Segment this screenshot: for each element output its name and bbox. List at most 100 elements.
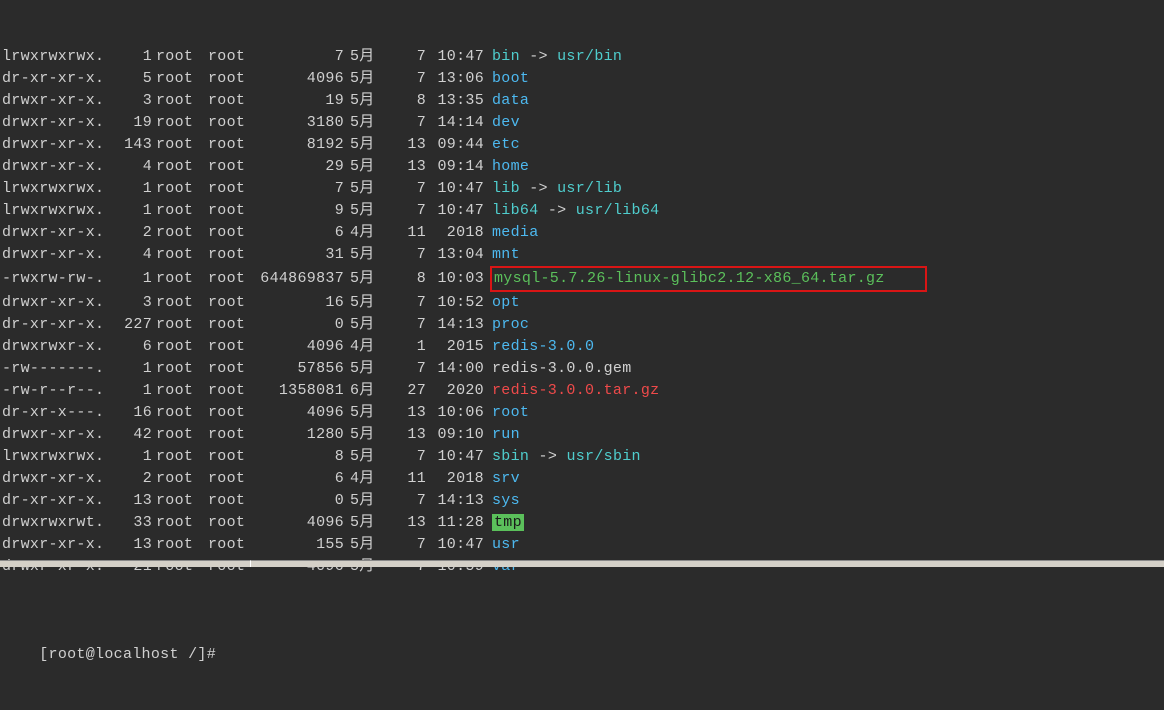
size: 4096 xyxy=(248,512,344,534)
day: 1 xyxy=(390,336,426,358)
prompt-open-bracket: [ xyxy=(39,646,48,663)
group: root xyxy=(204,446,248,468)
prompt-cwd: / xyxy=(188,646,197,663)
listing-row: drwxr-xr-x.2rootroot64月112018media xyxy=(0,222,1164,244)
owner: root xyxy=(152,314,204,336)
links: 143 xyxy=(108,134,152,156)
perms: drwxr-xr-x. xyxy=(2,424,108,446)
time: 10:47 xyxy=(426,200,484,222)
perms: drwxrwxr-x. xyxy=(2,336,108,358)
dir-name: media xyxy=(492,224,539,241)
size: 4096 xyxy=(248,68,344,90)
symlink-name: sbin xyxy=(492,448,529,465)
dir-name: run xyxy=(492,426,520,443)
archive-name: redis-3.0.0.tar.gz xyxy=(492,382,659,399)
perms: lrwxrwxrwx. xyxy=(2,46,108,68)
terminal-output[interactable]: lrwxrwxrwx.1rootroot75月710:47bin -> usr/… xyxy=(0,0,1164,710)
group: root xyxy=(204,336,248,358)
group: root xyxy=(204,46,248,68)
size: 57856 xyxy=(248,358,344,380)
day: 11 xyxy=(390,222,426,244)
month: 4月 xyxy=(344,336,390,358)
listing-row: drwxr-xr-x.143rootroot81925月1309:44etc xyxy=(0,134,1164,156)
perms: lrwxrwxrwx. xyxy=(2,446,108,468)
symlink-arrow: -> xyxy=(529,448,566,465)
dir-name: opt xyxy=(492,294,520,311)
size: 7 xyxy=(248,178,344,200)
group: root xyxy=(204,468,248,490)
time: 14:14 xyxy=(426,112,484,134)
file-name-cell: redis-3.0.0 xyxy=(484,336,594,358)
group: root xyxy=(204,244,248,266)
group: root xyxy=(204,314,248,336)
group: root xyxy=(204,490,248,512)
day: 7 xyxy=(390,112,426,134)
day: 7 xyxy=(390,358,426,380)
size: 7 xyxy=(248,46,344,68)
symlink-arrow: -> xyxy=(520,48,557,65)
shell-prompt[interactable]: [root@localhost /]# xyxy=(0,622,1164,688)
month: 5月 xyxy=(344,446,390,468)
file-name-cell: home xyxy=(484,156,529,178)
size: 644869837 xyxy=(248,268,344,290)
listing-row: drwxr-xr-x.2rootroot64月112018srv xyxy=(0,468,1164,490)
perms: lrwxrwxrwx. xyxy=(2,200,108,222)
group: root xyxy=(204,156,248,178)
day: 13 xyxy=(390,156,426,178)
file-name-cell: opt xyxy=(484,292,520,314)
file-name-cell: lib64 -> usr/lib64 xyxy=(484,200,659,222)
group: root xyxy=(204,292,248,314)
file-name-cell: dev xyxy=(484,112,520,134)
file-name-cell: run xyxy=(484,424,520,446)
dir-name: redis-3.0.0 xyxy=(492,338,594,355)
listing-row: drwxr-xr-x.13rootroot1555月710:47usr xyxy=(0,534,1164,556)
month: 5月 xyxy=(344,90,390,112)
perms: -rw-r--r--. xyxy=(2,380,108,402)
day: 7 xyxy=(390,68,426,90)
group: root xyxy=(204,268,248,290)
time: 10:47 xyxy=(426,46,484,68)
file-name-cell: tmp xyxy=(484,512,524,534)
file-name-cell: usr xyxy=(484,534,520,556)
size: 9 xyxy=(248,200,344,222)
day: 13 xyxy=(390,512,426,534)
owner: root xyxy=(152,292,204,314)
links: 1 xyxy=(108,358,152,380)
owner: root xyxy=(152,380,204,402)
perms: drwxr-xr-x. xyxy=(2,222,108,244)
time: 13:06 xyxy=(426,68,484,90)
listing-row: dr-xr-xr-x.227rootroot05月714:13proc xyxy=(0,314,1164,336)
month: 4月 xyxy=(344,468,390,490)
symlink-target: usr/lib64 xyxy=(576,202,660,219)
day: 7 xyxy=(390,446,426,468)
group: root xyxy=(204,68,248,90)
links: 1 xyxy=(108,380,152,402)
links: 1 xyxy=(108,446,152,468)
listing-row: lrwxrwxrwx.1rootroot85月710:47sbin -> usr… xyxy=(0,446,1164,468)
dir-name: boot xyxy=(492,70,529,87)
time: 09:10 xyxy=(426,424,484,446)
time: 10:52 xyxy=(426,292,484,314)
group: root xyxy=(204,90,248,112)
month: 5月 xyxy=(344,112,390,134)
perms: dr-xr-x---. xyxy=(2,402,108,424)
listing-row: drwxr-xr-x.3rootroot195月813:35data xyxy=(0,90,1164,112)
day: 7 xyxy=(390,200,426,222)
file-name-cell: proc xyxy=(484,314,529,336)
dir-name: proc xyxy=(492,316,529,333)
file-name-cell: redis-3.0.0.tar.gz xyxy=(484,380,659,402)
listing-row: -rw-------.1rootroot578565月714:00redis-3… xyxy=(0,358,1164,380)
time: 2018 xyxy=(426,468,484,490)
size: 6 xyxy=(248,468,344,490)
listing-row: -rwxrw-rw-.1rootroot6448698375月810:03mys… xyxy=(0,266,1164,292)
perms: lrwxrwxrwx. xyxy=(2,178,108,200)
group: root xyxy=(204,534,248,556)
day: 7 xyxy=(390,490,426,512)
listing-row: drwxr-xr-x.19rootroot31805月714:14dev xyxy=(0,112,1164,134)
time: 10:47 xyxy=(426,534,484,556)
dir-name: home xyxy=(492,158,529,175)
time: 14:13 xyxy=(426,490,484,512)
month: 5月 xyxy=(344,178,390,200)
listing-row: dr-xr-x---.16rootroot40965月1310:06root xyxy=(0,402,1164,424)
month: 5月 xyxy=(344,402,390,424)
